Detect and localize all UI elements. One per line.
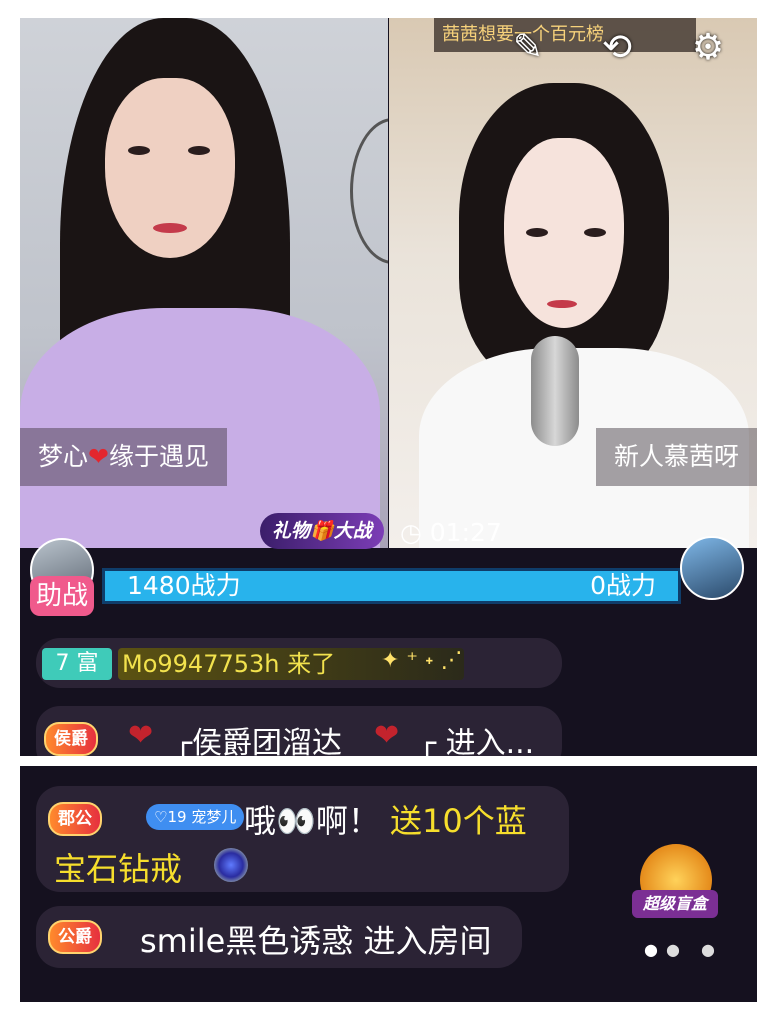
- streamer-name-part: 缘于遇见: [108, 442, 209, 471]
- right-streamer-name[interactable]: 新人慕茜呀: [595, 428, 757, 486]
- heart-icon: ❤: [88, 442, 109, 471]
- eye-shape: [128, 146, 150, 155]
- gift-text: 送10个蓝: [390, 802, 527, 840]
- gear-icon[interactable]: ⚙: [684, 24, 732, 72]
- chat-marquis-message[interactable]: 侯爵 ❤ ┌侯爵团溜达 ❤ ┌ 进入...: [36, 706, 562, 756]
- chat-enter-message[interactable]: 公爵 smile黑色诱惑 进入房间: [36, 906, 522, 968]
- power-bar: 1480战力 0战力: [102, 568, 681, 604]
- timer-value: 01:27: [429, 518, 502, 547]
- left-streamer-name[interactable]: 梦心❤缘于遇见: [20, 428, 227, 486]
- super-blind-box-button[interactable]: 超级盲盒: [630, 836, 720, 926]
- user-level: 19: [167, 808, 187, 826]
- duke-badge: 公爵: [48, 920, 102, 954]
- sapphire-ring-icon: [214, 848, 248, 882]
- duke-badge: 郡公: [48, 802, 102, 836]
- battle-label-part: 礼物: [272, 520, 311, 542]
- marquis-text: ┌侯爵团溜达: [174, 726, 343, 756]
- eye-shape: [188, 146, 210, 155]
- heart-icon: ❤: [374, 718, 400, 753]
- pager-dots: ●● ●: [644, 940, 723, 959]
- heart-icon: ❤: [128, 718, 154, 753]
- gift-battle-label: 礼物🎁大战: [260, 513, 384, 549]
- left-power: 1480战力: [127, 571, 241, 600]
- gift-line-2: 宝石钻戒: [54, 850, 183, 888]
- top-banner[interactable]: 茜茜想要一个百元榜: [434, 18, 696, 52]
- battle-timer: ◷ 01:27: [400, 518, 502, 548]
- heart-level-icon: ♡: [154, 808, 168, 826]
- eye-shape: [584, 228, 606, 237]
- eye-shape: [526, 228, 548, 237]
- right-supporter-avatar[interactable]: [680, 536, 744, 600]
- gift-chat-text: 哦👀啊！: [244, 802, 380, 840]
- left-streamer-video[interactable]: 梦心❤缘于遇见: [20, 18, 388, 548]
- battle-label-part: 大战: [333, 520, 372, 542]
- camera-flip-icon[interactable]: ⟲: [593, 24, 641, 72]
- clock-icon: ◷: [400, 518, 422, 547]
- chat-gift-message[interactable]: 郡公 ♡19 宠梦儿 哦👀啊！ 送10个蓝 宝石钻戒: [36, 786, 569, 892]
- streamer-name-part: 梦心: [38, 442, 89, 471]
- pager-dot-active: ●: [644, 940, 666, 959]
- fan-decoration: [350, 118, 388, 264]
- live-stream-view: 梦心❤缘于遇见 新人慕茜呀 茜茜想要一个百元榜 ✎ ⟲ ⚙ 礼物🎁大战 ◷ 01…: [20, 18, 757, 756]
- magic-wand-icon[interactable]: ✎: [504, 24, 552, 72]
- assist-button[interactable]: 助战: [30, 576, 95, 616]
- gift-icon: 🎁: [310, 520, 334, 542]
- rich-level-badge: 7 富: [42, 648, 112, 680]
- pager-dot-inactive: ● ●: [665, 940, 723, 959]
- right-streamer-video[interactable]: 新人慕茜呀: [389, 18, 757, 548]
- right-power: 0战力: [590, 571, 656, 600]
- chat-join-message[interactable]: 7 富 Mo9947753h 来了 ✦ ⁺ ˖ ⋰: [36, 638, 562, 688]
- user-badge-name: 宠梦儿: [191, 808, 237, 826]
- marquis-text-2: ┌ 进入...: [418, 726, 535, 756]
- lips-shape: [547, 300, 577, 308]
- blind-box-label: 超级盲盒: [632, 890, 718, 918]
- lips-shape: [153, 223, 187, 233]
- marquis-badge: 侯爵: [44, 722, 98, 756]
- microphone-shape: [531, 336, 579, 446]
- chat-continued-view: 郡公 ♡19 宠梦儿 哦👀啊！ 送10个蓝 宝石钻戒 公爵 smile黑色诱惑 …: [20, 766, 757, 1002]
- enter-text: smile黑色诱惑 进入房间: [140, 922, 492, 960]
- user-badge: ♡19 宠梦儿: [146, 804, 245, 830]
- gift-line-1: 哦👀啊！ 送10个蓝: [244, 796, 527, 842]
- sparkle-icon: ✦ ⁺ ˖ ⋰: [381, 648, 463, 673]
